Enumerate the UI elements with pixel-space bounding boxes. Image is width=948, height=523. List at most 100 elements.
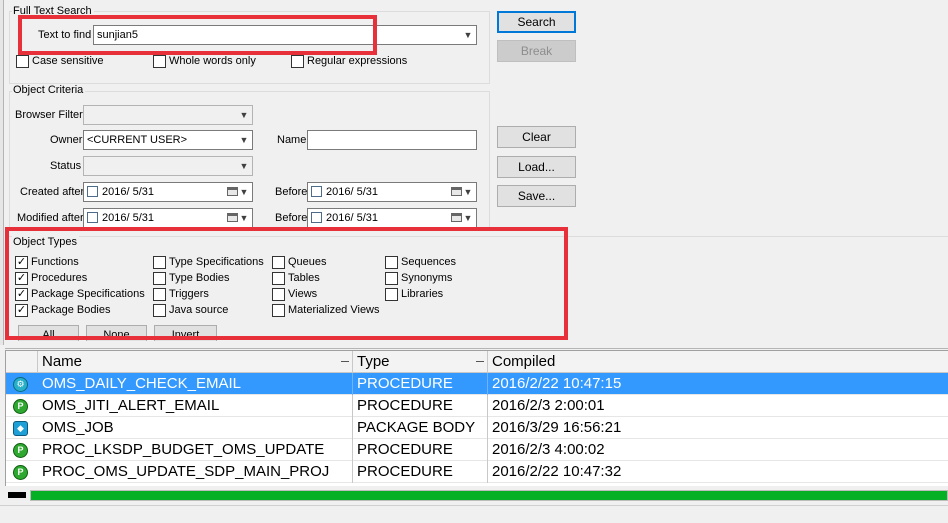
chevron-down-icon[interactable]: ▼ [238,157,250,175]
column-header-name[interactable]: Name [38,351,353,373]
browser-filter-combo[interactable]: ▼ [83,105,253,125]
checkbox-box[interactable] [385,288,398,301]
object-type-triggers[interactable]: Triggers [153,288,209,301]
owner-combo[interactable]: <CURRENT USER> ▼ [83,130,253,150]
checkbox-box[interactable] [153,272,166,285]
checkbox-box[interactable]: ✓ [15,304,28,317]
cell-compiled: 2016/2/3 4:00:02 [492,441,605,458]
progress-bar [30,490,948,501]
checkbox-box[interactable] [153,304,166,317]
column-resize-icon [476,361,484,362]
checkbox-box[interactable] [291,55,304,68]
column-header-compiled[interactable]: Compiled [488,351,948,373]
name-input[interactable] [307,130,477,150]
chevron-down-icon[interactable]: ▼ [238,131,250,149]
chevron-down-icon[interactable]: ▼ [462,183,474,201]
cell-name: PROC_LKSDP_BUDGET_OMS_UPDATE [38,439,353,461]
checkbox-box[interactable] [16,55,29,68]
status-bar [0,505,948,523]
checkbox-box[interactable] [385,272,398,285]
created-before-label: Before [275,186,308,198]
checkbox-box[interactable]: ✓ [15,256,28,269]
cell-name: OMS_JITI_ALERT_EMAIL [38,395,353,417]
chevron-down-icon[interactable]: ▼ [238,209,250,227]
table-row[interactable]: ⚙ OMS_DAILY_CHECK_EMAIL PROCEDURE 2016/2… [6,373,948,395]
chevron-down-icon[interactable]: ▼ [462,209,474,227]
object-type-synonyms[interactable]: Synonyms [385,272,452,285]
object-type-libraries[interactable]: Libraries [385,288,443,301]
calendar-icon[interactable] [451,213,462,222]
table-row[interactable]: P PROC_OMS_UPDATE_SDP_MAIN_PROJ PROCEDUR… [6,461,948,483]
text-to-find-label: Text to find [38,29,92,41]
checkbox-box[interactable] [272,272,285,285]
modified-after-date[interactable]: 2016/ 5/31 ▼ [83,208,253,228]
cell-compiled: 2016/3/29 16:56:21 [492,419,622,436]
procedure-icon: ⚙ [13,377,28,392]
checkbox-box[interactable]: ✓ [15,288,28,301]
checkbox-box[interactable] [385,256,398,269]
whole-words-only-checkbox[interactable]: Whole words only [153,55,256,68]
case-sensitive-checkbox[interactable]: Case sensitive [16,55,104,68]
name-label: Name [277,134,307,146]
object-type-package-bodies[interactable]: ✓ Package Bodies [15,304,111,317]
checkbox-box[interactable] [153,55,166,68]
object-type-tables[interactable]: Tables [272,272,320,285]
cell-type: PROCEDURE [353,373,488,395]
object-type-type-specifications[interactable]: Type Specifications [153,256,264,269]
table-row[interactable]: P PROC_LKSDP_BUDGET_OMS_UPDATE PROCEDURE… [6,439,948,461]
text-to-find-combo[interactable]: sunjian5 ▼ [93,25,477,45]
package-body-icon: ◆ [13,421,28,436]
calendar-icon[interactable] [451,187,462,196]
table-row[interactable]: ◆ OMS_JOB PACKAGE BODY 2016/3/29 16:56:2… [6,417,948,439]
load-button[interactable]: Load... [497,156,576,178]
chevron-down-icon[interactable]: ▼ [238,183,250,201]
calendar-icon[interactable] [227,213,238,222]
results-grid[interactable]: Name Type Compiled ⚙ OMS_DAILY_CHECK_EMA… [5,350,948,486]
created-after-date[interactable]: 2016/ 5/31 ▼ [83,182,253,202]
chevron-down-icon[interactable]: ▼ [462,26,474,44]
cell-name: OMS_JOB [38,417,353,439]
procedure-icon: P [13,465,28,480]
chevron-down-icon[interactable]: ▼ [238,106,250,124]
object-type-package-specifications[interactable]: ✓ Package Specifications [15,288,145,301]
checkbox-box[interactable] [153,288,166,301]
modified-before-checkbox[interactable] [311,212,322,223]
object-type-sequences[interactable]: Sequences [385,256,456,269]
checkbox-box[interactable] [153,256,166,269]
cell-name: OMS_DAILY_CHECK_EMAIL [38,373,353,395]
owner-label: Owner [50,134,83,146]
object-type-java-source[interactable]: Java source [153,304,228,317]
save-button[interactable]: Save... [497,185,576,207]
break-button[interactable]: Break [497,40,576,62]
cell-compiled: 2016/2/22 10:47:15 [492,375,622,392]
created-before-checkbox[interactable] [311,186,322,197]
object-type-materialized-views[interactable]: Materialized Views [272,304,380,317]
regular-expressions-checkbox[interactable]: Regular expressions [291,55,407,68]
calendar-icon[interactable] [227,187,238,196]
cell-type: PROCEDURE [353,439,488,461]
created-before-date[interactable]: 2016/ 5/31 ▼ [307,182,477,202]
object-type-type-bodies[interactable]: Type Bodies [153,272,230,285]
table-row[interactable]: P OMS_JITI_ALERT_EMAIL PROCEDURE 2016/2/… [6,395,948,417]
browser-filter-label: Browser Filter [15,109,83,121]
column-header-type[interactable]: Type [353,351,488,373]
object-type-procedures[interactable]: ✓ Procedures [15,272,87,285]
modified-after-checkbox[interactable] [87,212,98,223]
created-after-checkbox[interactable] [87,186,98,197]
checkbox-box[interactable]: ✓ [15,272,28,285]
checkbox-box[interactable] [272,304,285,317]
status-combo[interactable]: ▼ [83,156,253,176]
cell-type: PACKAGE BODY [353,417,488,439]
clear-button[interactable]: Clear [497,126,576,148]
checkbox-box[interactable] [272,288,285,301]
modified-after-label: Modified after [17,212,84,224]
object-type-queues[interactable]: Queues [272,256,327,269]
modified-before-date[interactable]: 2016/ 5/31 ▼ [307,208,477,228]
checkbox-box[interactable] [272,256,285,269]
owner-value: <CURRENT USER> [87,134,188,146]
full-text-search-legend: Full Text Search [12,5,94,18]
object-type-views[interactable]: Views [272,288,317,301]
search-button[interactable]: Search [497,11,576,33]
cell-type: PROCEDURE [353,395,488,417]
object-type-functions[interactable]: ✓ Functions [15,256,79,269]
